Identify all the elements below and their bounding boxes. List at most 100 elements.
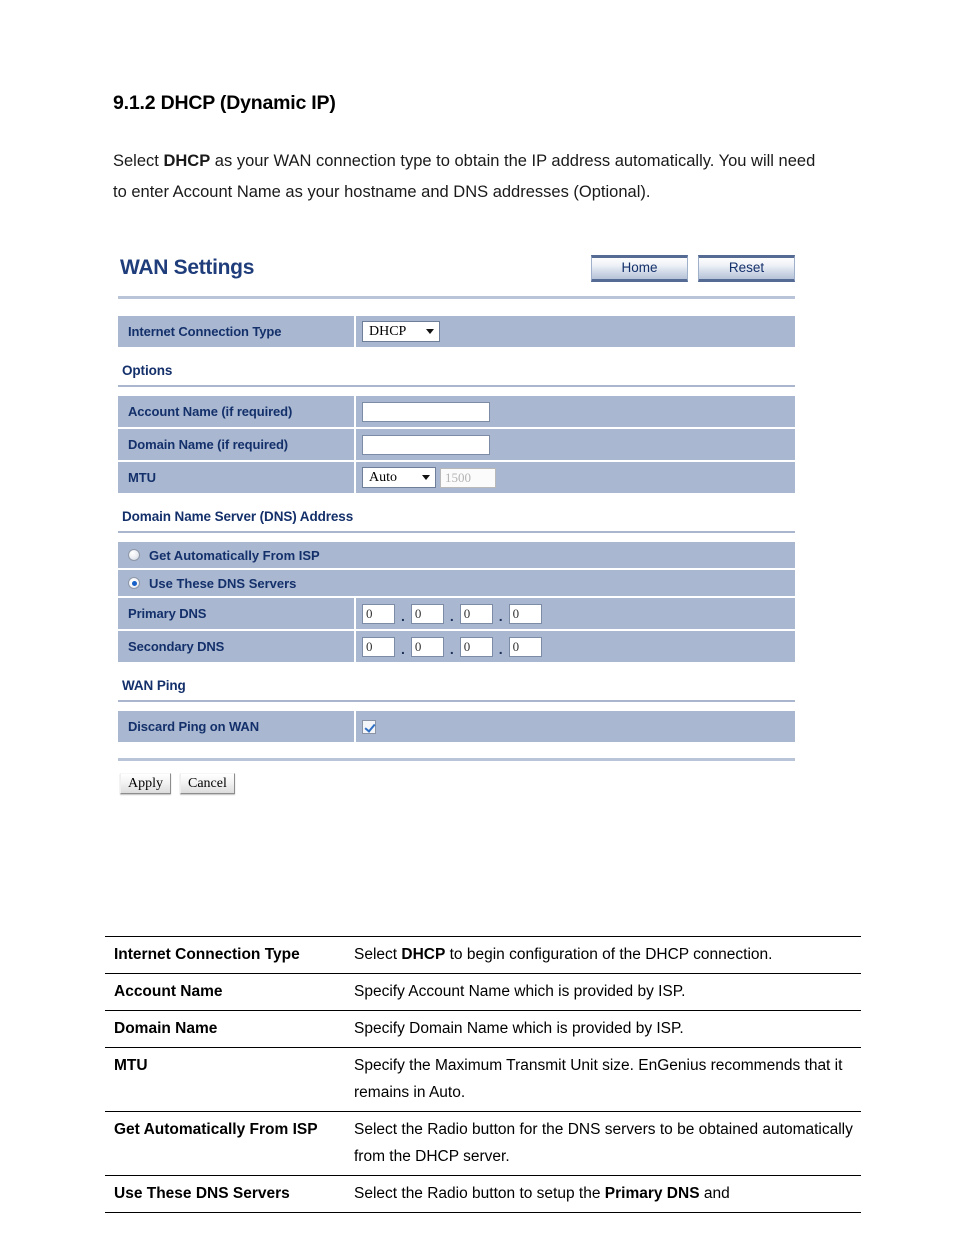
wan-settings-panel: WAN Settings Home Reset Internet Connect… <box>118 252 795 794</box>
table-cell-definition: Select the Radio button to setup the Pri… <box>346 1176 861 1213</box>
cancel-button[interactable]: Cancel <box>180 773 235 794</box>
radio-row-use-these-dns-servers[interactable]: Use These DNS Servers <box>118 570 795 596</box>
intro-paragraph-bold: DHCP <box>163 152 211 170</box>
secondary-dns-octet-3[interactable]: 0 <box>459 636 493 657</box>
form-footer-divider <box>118 758 795 761</box>
connection-type-select[interactable]: DHCP <box>362 321 440 342</box>
internet-connection-type-label: Internet Connection Type <box>118 316 356 347</box>
dns-separator: . <box>498 641 503 657</box>
table-cell-definition: Specify Account Name which is provided b… <box>346 974 861 1011</box>
row-account-name: Account Name (if required) <box>118 396 795 427</box>
intro-paragraph: Select DHCP as your WAN connection type … <box>113 146 833 208</box>
secondary-dns-label: Secondary DNS <box>118 631 356 662</box>
intro-paragraph-suffix: as your WAN connection type to obtain th… <box>113 152 816 201</box>
row-mtu: MTU Auto 1500 <box>118 462 795 493</box>
definition-prefix: Select the Radio button for the DNS serv… <box>354 1121 853 1165</box>
definition-prefix: Specify Account Name which is provided b… <box>354 983 686 1000</box>
radio-get-automatically-from-isp[interactable] <box>128 549 140 561</box>
domain-name-field <box>356 429 795 460</box>
secondary-dns-field: 0 . 0 . 0 . 0 <box>356 631 795 662</box>
panel-header: WAN Settings Home Reset <box>118 252 795 294</box>
document-page: 9.1.2 DHCP (Dynamic IP) Select DHCP as y… <box>0 0 954 1235</box>
form-button-group: Apply Cancel <box>118 773 795 794</box>
table-row: Get Automatically From ISP Select the Ra… <box>105 1112 861 1176</box>
options-section-divider <box>118 385 795 387</box>
mtu-size-input[interactable]: 1500 <box>440 467 496 488</box>
definition-suffix: to begin configuration of the DHCP conne… <box>445 946 773 963</box>
mtu-mode-select[interactable]: Auto <box>362 467 436 488</box>
use-these-dns-servers-label: Use These DNS Servers <box>149 575 297 591</box>
apply-button[interactable]: Apply <box>120 773 171 794</box>
dns-separator: . <box>401 608 405 624</box>
table-row: Domain Name Specify Domain Name which is… <box>105 1011 861 1048</box>
table-cell-definition: Select the Radio button for the DNS serv… <box>346 1112 861 1176</box>
header-button-group: Home Reset <box>591 255 795 282</box>
connection-type-select-value: DHCP <box>369 323 407 339</box>
row-primary-dns: Primary DNS 0 . 0 . 0 . 0 <box>118 598 795 629</box>
table-cell-term: Use These DNS Servers <box>114 1185 290 1202</box>
reset-button[interactable]: Reset <box>698 255 795 282</box>
primary-dns-label: Primary DNS <box>118 598 356 629</box>
account-name-field <box>356 396 795 427</box>
domain-name-input[interactable] <box>362 434 490 455</box>
table-row: Account Name Specify Account Name which … <box>105 974 861 1011</box>
definition-prefix: Select the Radio button to setup the <box>354 1185 605 1202</box>
panel-title: WAN Settings <box>120 256 255 279</box>
primary-dns-octet-4[interactable]: 0 <box>508 603 542 624</box>
definition-prefix: Select <box>354 946 402 963</box>
table-row: Use These DNS Servers Select the Radio b… <box>105 1176 861 1213</box>
intro-paragraph-prefix: Select <box>113 152 164 170</box>
definition-prefix: Specify Domain Name which is provided by… <box>354 1020 684 1037</box>
mtu-field: Auto 1500 <box>356 462 795 493</box>
get-automatically-from-isp-label: Get Automatically From ISP <box>149 547 320 563</box>
panel-header-divider <box>118 296 795 299</box>
domain-name-label: Domain Name (if required) <box>118 429 356 460</box>
table-cell-term: Account Name <box>114 983 223 1000</box>
table-cell-term: Internet Connection Type <box>114 946 300 963</box>
definition-bold: Primary DNS <box>604 1185 700 1202</box>
primary-dns-field: 0 . 0 . 0 . 0 <box>356 598 795 629</box>
secondary-dns-octet-2[interactable]: 0 <box>410 636 444 657</box>
table-cell-definition: Specify Domain Name which is provided by… <box>346 1011 861 1048</box>
page-title: 9.1.2 DHCP (Dynamic IP) <box>113 92 336 114</box>
table-cell-definition: Select DHCP to begin configuration of th… <box>346 937 861 974</box>
table-cell-definition: Specify the Maximum Transmit Unit size. … <box>346 1048 861 1112</box>
primary-dns-octet-3[interactable]: 0 <box>459 603 493 624</box>
discard-ping-on-wan-label: Discard Ping on WAN <box>118 711 356 742</box>
dns-separator: . <box>449 641 454 657</box>
primary-dns-octet-1[interactable]: 0 <box>362 603 395 624</box>
dns-section-divider <box>118 531 795 533</box>
field-description-table-body: Internet Connection Type Select DHCP to … <box>105 936 861 1213</box>
secondary-dns-octet-1[interactable]: 0 <box>362 636 395 657</box>
field-description-table: Internet Connection Type Select DHCP to … <box>105 936 861 1213</box>
dns-section-label: Domain Name Server (DNS) Address <box>122 509 354 524</box>
options-section-label: Options <box>122 363 173 378</box>
table-cell-term: Get Automatically From ISP <box>114 1121 318 1138</box>
mtu-mode-select-value: Auto <box>369 469 397 485</box>
internet-connection-type-field: DHCP <box>356 316 795 347</box>
discard-ping-on-wan-field <box>356 711 795 742</box>
chevron-down-icon <box>422 475 430 480</box>
secondary-dns-octet-4[interactable]: 0 <box>508 636 542 657</box>
table-row: MTU Specify the Maximum Transmit Unit si… <box>105 1048 861 1112</box>
primary-dns-octet-2[interactable]: 0 <box>410 603 444 624</box>
dns-separator: . <box>498 608 503 624</box>
radio-row-get-automatically-from-isp[interactable]: Get Automatically From ISP <box>118 542 795 568</box>
wan-ping-section-label: WAN Ping <box>122 678 186 693</box>
definition-suffix: and <box>699 1185 730 1202</box>
definition-prefix: Specify the Maximum Transmit Unit size. … <box>354 1057 843 1101</box>
table-row: Internet Connection Type Select DHCP to … <box>105 936 861 974</box>
table-cell-term: MTU <box>114 1057 148 1074</box>
row-domain-name: Domain Name (if required) <box>118 429 795 460</box>
home-button[interactable]: Home <box>591 255 688 282</box>
row-discard-ping-on-wan: Discard Ping on WAN <box>118 711 795 742</box>
account-name-input[interactable] <box>362 401 490 422</box>
wan-ping-section-divider <box>118 700 795 702</box>
account-name-label: Account Name (if required) <box>118 396 356 427</box>
mtu-label: MTU <box>118 462 356 493</box>
radio-use-these-dns-servers[interactable] <box>128 577 140 589</box>
discard-ping-on-wan-checkbox[interactable] <box>362 719 376 734</box>
